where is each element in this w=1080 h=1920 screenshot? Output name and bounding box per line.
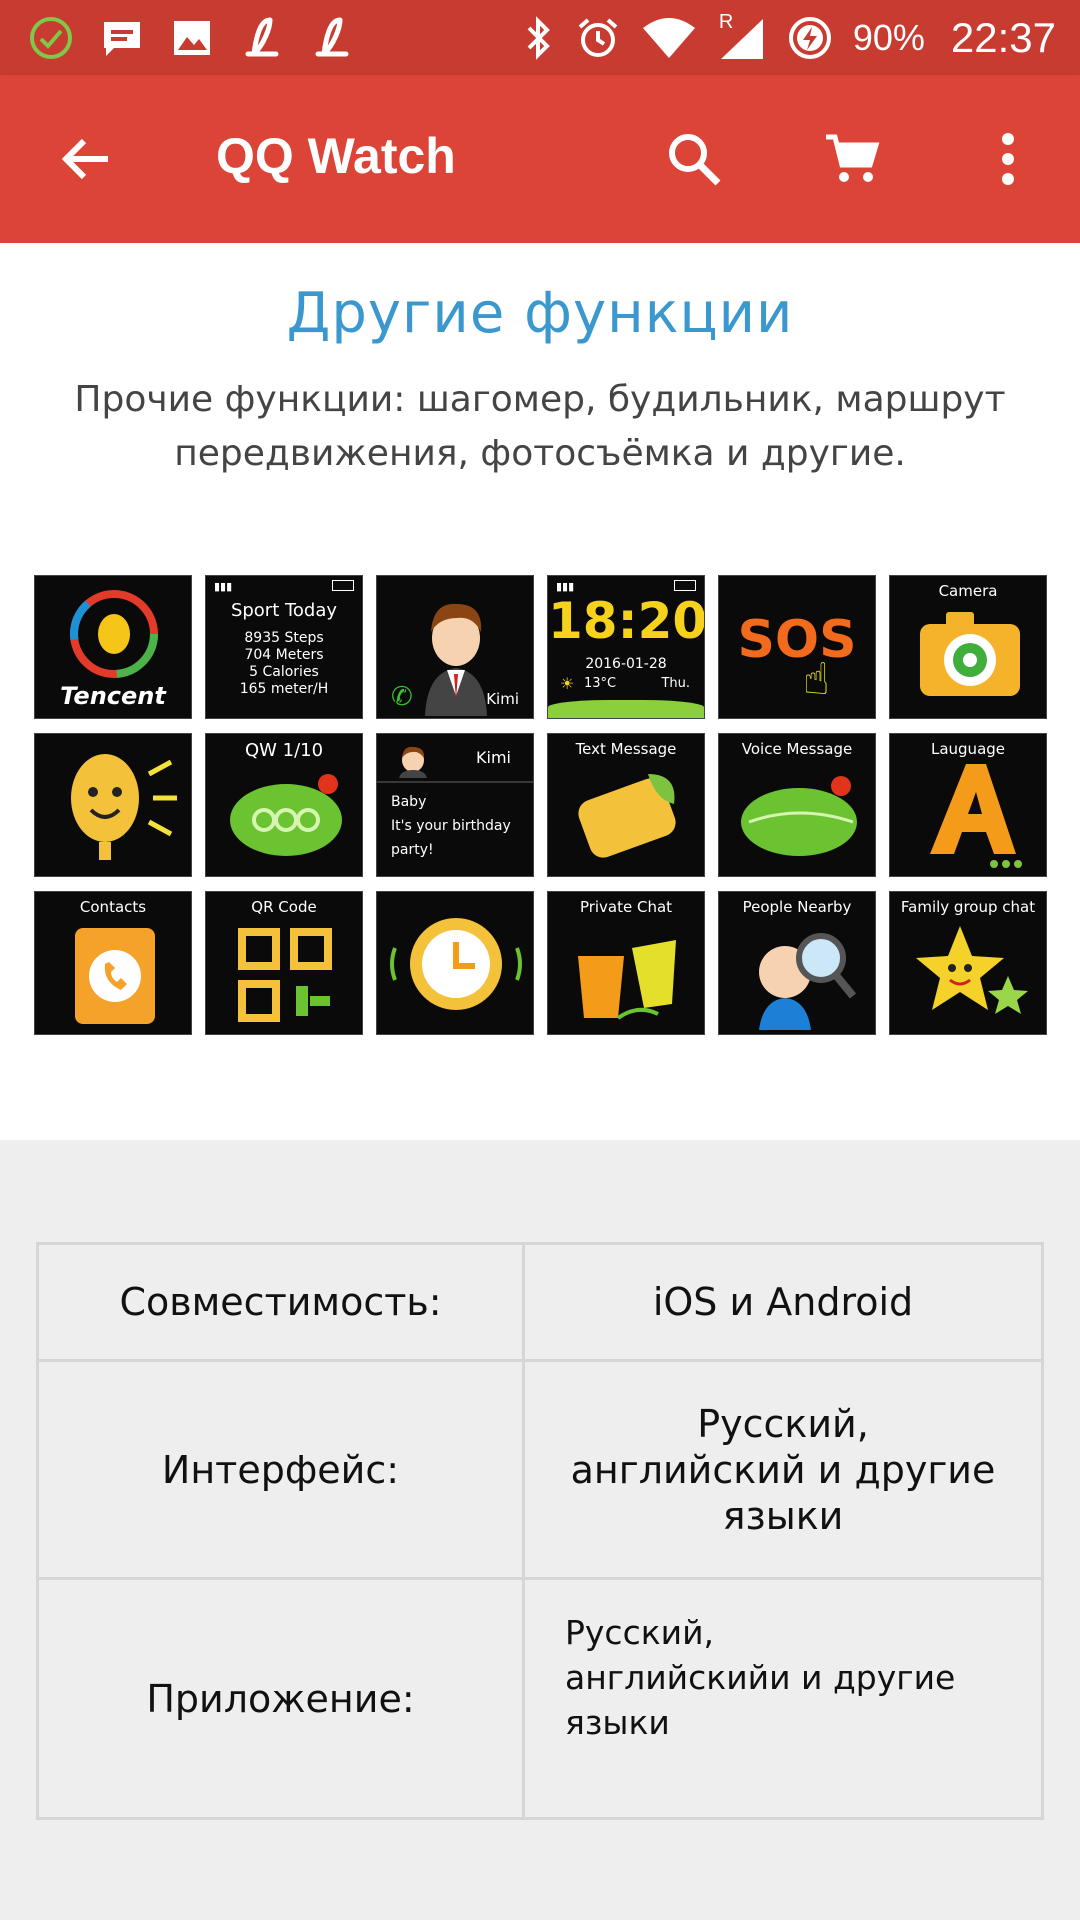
birthday-sender: Kimi bbox=[476, 748, 511, 767]
spec-row-compatibility: Совместимость: iOS и Android bbox=[39, 1245, 1041, 1362]
back-button[interactable] bbox=[52, 125, 120, 193]
tile-family-chat: Family group chat bbox=[889, 891, 1047, 1035]
search-button[interactable] bbox=[660, 125, 728, 193]
spec-value: Русский, английскийи и другие языки bbox=[525, 1580, 1041, 1817]
tile-contacts: Contacts bbox=[34, 891, 192, 1035]
battery-percent: 90% bbox=[852, 16, 925, 58]
status-bar: R 90% 22:37 bbox=[0, 0, 1080, 75]
tile-sos: SOS ☝ bbox=[718, 575, 876, 719]
spec-value-line: Русский, bbox=[565, 1613, 715, 1652]
app-toolbar: QQ Watch bbox=[0, 75, 1080, 243]
magnifier-person-icon bbox=[759, 933, 857, 1030]
more-vert-icon bbox=[1002, 133, 1014, 185]
tile-voice-message: Voice Message bbox=[718, 733, 876, 877]
specs-table: Совместимость: iOS и Android Интерфейс: … bbox=[36, 1242, 1044, 1820]
arrow-back-icon bbox=[61, 138, 108, 180]
features-section: Другие функции Прочие функции: шагомер, … bbox=[0, 243, 1080, 1140]
tile-qw-chat: QW 1/10 bbox=[205, 733, 363, 877]
spec-row-application: Приложение: Русский, английскийи и други… bbox=[39, 1580, 1041, 1817]
bluetooth-icon bbox=[523, 15, 555, 61]
more-options-button[interactable] bbox=[974, 125, 1042, 193]
clock-time: 22:37 bbox=[950, 13, 1056, 61]
script-l-icon bbox=[310, 14, 354, 62]
search-icon bbox=[669, 134, 721, 186]
clock-date: 2016-01-28 bbox=[585, 656, 667, 672]
clock-time-display: 18:20 bbox=[548, 592, 705, 650]
contact-name: Kimi bbox=[486, 690, 519, 708]
spec-value: Русский, английский и другие языки bbox=[525, 1362, 1041, 1577]
spec-label: Интерфейс: bbox=[39, 1362, 525, 1577]
tile-camera: Camera bbox=[889, 575, 1047, 719]
weather-icon: ☀ bbox=[560, 674, 575, 693]
spec-label: Приложение: bbox=[39, 1580, 525, 1817]
camera-icon bbox=[920, 612, 1020, 696]
wifi-icon bbox=[641, 16, 697, 60]
sport-title: Sport Today bbox=[230, 600, 338, 621]
phone-icon: ✆ bbox=[391, 682, 413, 712]
alarm-clock-icon bbox=[390, 918, 522, 1010]
feature-icon-grid: Tencent ▮▮▮ Sport Today 8935 Steps 704 M… bbox=[34, 575, 1050, 1035]
spec-row-interface: Интерфейс: Русский, английский и другие … bbox=[39, 1362, 1041, 1580]
tile-language: Lauguage bbox=[889, 733, 1047, 877]
notification-icons bbox=[28, 14, 354, 62]
letter-a-icon bbox=[930, 764, 1022, 868]
spec-value-line: английскийи и другие bbox=[565, 1658, 956, 1697]
spec-value-line: языки bbox=[722, 1493, 844, 1538]
cell-signal-icon: R bbox=[717, 11, 767, 61]
tile-text-message: Text Message bbox=[547, 733, 705, 877]
hand-pointer-icon: ☝ bbox=[803, 654, 830, 705]
features-heading: Другие функции bbox=[286, 281, 794, 346]
address-book-icon bbox=[75, 928, 155, 1024]
grass-decoration bbox=[548, 700, 704, 718]
alarm-icon bbox=[575, 15, 621, 61]
check-circle-icon bbox=[28, 15, 74, 61]
toolbar-title: QQ Watch bbox=[216, 128, 456, 184]
tile-qr-code: QR Code bbox=[205, 891, 363, 1035]
tile-birthday-message: Kimi Baby It's your birthday party! bbox=[376, 733, 534, 877]
tile-private-chat: Private Chat bbox=[547, 891, 705, 1035]
spec-label: Совместимость: bbox=[39, 1245, 525, 1359]
tencent-label: Tencent bbox=[60, 682, 166, 710]
tile-tencent: Tencent bbox=[34, 575, 192, 719]
clock-day: Thu. bbox=[661, 676, 690, 691]
tile-people-nearby: People Nearby bbox=[718, 891, 876, 1035]
qr-code-icon bbox=[238, 928, 332, 1022]
star-family-icon bbox=[916, 926, 1028, 1014]
system-icons: R 90% 22:37 bbox=[523, 11, 1056, 62]
signal-icon: ▮▮▮ bbox=[214, 580, 233, 593]
message-icon bbox=[100, 16, 144, 60]
scroll-icon bbox=[578, 774, 676, 858]
birthday-line-2: It's your birthday bbox=[391, 818, 511, 834]
birthday-line-1: Baby bbox=[391, 794, 427, 810]
sport-steps: 8935 Steps bbox=[244, 630, 324, 646]
voice-leaf-icon bbox=[741, 776, 857, 856]
tile-alarm bbox=[376, 891, 534, 1035]
cups-icon bbox=[578, 940, 676, 1020]
shopping-cart-icon bbox=[826, 134, 880, 182]
sos-label: SOS bbox=[737, 610, 857, 670]
sport-speed: 165 meter/H bbox=[239, 681, 329, 697]
battery-icon bbox=[332, 580, 354, 591]
sport-meters: 704 Meters bbox=[244, 647, 324, 663]
script-l-icon bbox=[240, 14, 284, 62]
spec-value-line: Русский, bbox=[697, 1401, 869, 1446]
birthday-line-3: party! bbox=[391, 842, 434, 858]
tile-microphone bbox=[34, 733, 192, 877]
spec-value-line: языки bbox=[565, 1703, 670, 1742]
cart-button[interactable] bbox=[818, 125, 886, 193]
battery-icon bbox=[674, 580, 696, 591]
tile-contact-call: ✆ Kimi bbox=[376, 575, 534, 719]
spec-value: iOS и Android bbox=[652, 1280, 914, 1324]
tile-clock: ▮▮▮ 18:20 2016-01-28 ☀ 13°C Thu. bbox=[547, 575, 705, 719]
roaming-label: R bbox=[718, 10, 734, 33]
spec-value-line: английский и другие bbox=[570, 1447, 996, 1492]
battery-charging-icon bbox=[787, 15, 833, 61]
image-icon bbox=[170, 16, 214, 60]
features-description: Прочие функции: шагомер, будильник, марш… bbox=[74, 379, 1006, 474]
chat-leaf-icon bbox=[230, 774, 342, 856]
tile-sport-today: ▮▮▮ Sport Today 8935 Steps 704 Meters 5 … bbox=[205, 575, 363, 719]
clock-temp: 13°C bbox=[584, 676, 617, 691]
sport-calories: 5 Calories bbox=[249, 664, 319, 680]
microphone-icon bbox=[71, 754, 177, 860]
